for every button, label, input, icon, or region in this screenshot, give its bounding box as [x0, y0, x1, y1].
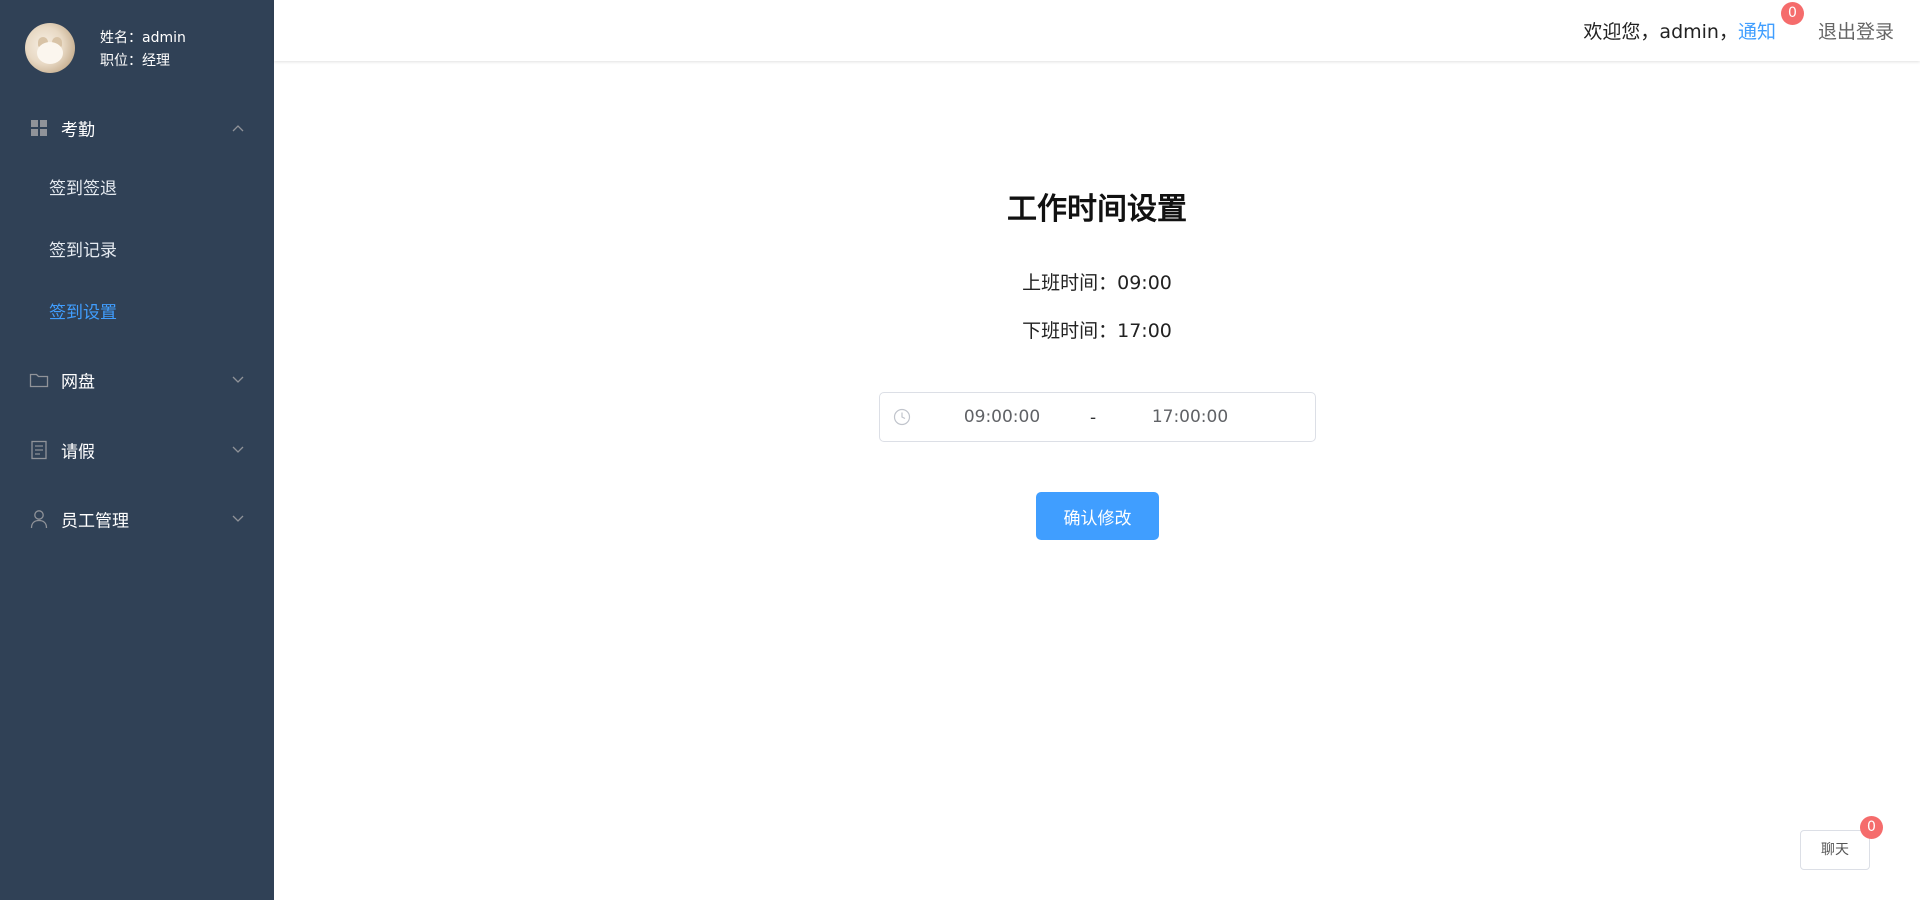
- profile-name: 姓名：admin: [100, 30, 186, 46]
- end-time-text: 下班时间：17:00: [1022, 320, 1172, 342]
- grid-icon: [29, 118, 49, 138]
- menu-group-netdisk[interactable]: 网盘: [0, 344, 274, 416]
- welcome-text: 欢迎您，admin，: [1583, 21, 1738, 43]
- menu-group-staff[interactable]: 员工管理: [0, 484, 274, 554]
- user-icon: [29, 509, 49, 529]
- chevron-up-icon: [232, 122, 244, 134]
- page-title: 工作时间设置: [1007, 192, 1187, 227]
- chat-badge: 0: [1860, 816, 1883, 839]
- chat-label: 聊天: [1821, 842, 1849, 858]
- logout-link[interactable]: 退出登录: [1818, 17, 1894, 44]
- submenu-item-checkin[interactable]: 签到签退: [0, 158, 274, 220]
- sidebar: 姓名：admin 职位：经理 考勤 签到签退 签到记录 签到设置 网盘 请假 员…: [0, 0, 274, 900]
- submenu-item-settings[interactable]: 签到设置: [0, 282, 274, 344]
- start-time-text: 上班时间：09:00: [1022, 272, 1172, 294]
- confirm-button[interactable]: 确认修改: [1036, 492, 1159, 540]
- clock-icon: [893, 408, 911, 426]
- folder-icon: [29, 370, 49, 390]
- header-actions: 欢迎您，admin， 通知 0 退出登录: [1583, 0, 1894, 61]
- end-time-input[interactable]: 17:00:00: [1110, 393, 1270, 441]
- notification: 通知 0: [1738, 2, 1804, 44]
- profile-info: 姓名：admin 职位：经理: [100, 27, 186, 73]
- menu-group-label: 考勤: [61, 120, 95, 141]
- notify-badge: 0: [1780, 2, 1804, 25]
- document-icon: [29, 440, 49, 460]
- chat-button[interactable]: 聊天 0: [1800, 816, 1883, 870]
- time-range-picker[interactable]: 09:00:00 - 17:00:00: [879, 392, 1316, 442]
- start-time-input[interactable]: 09:00:00: [922, 393, 1082, 441]
- chevron-down-icon: [232, 513, 244, 525]
- notify-link[interactable]: 通知: [1738, 21, 1776, 43]
- menu-group-attendance[interactable]: 考勤: [0, 98, 274, 158]
- avatar: [25, 23, 75, 73]
- user-profile: 姓名：admin 职位：经理: [0, 0, 274, 98]
- menu-group-label: 网盘: [61, 372, 95, 393]
- chevron-down-icon: [232, 374, 244, 386]
- chevron-down-icon: [232, 444, 244, 456]
- profile-position: 职位：经理: [100, 53, 170, 69]
- menu-group-label: 员工管理: [61, 511, 129, 532]
- menu-group-label: 请假: [61, 442, 95, 463]
- submenu-item-records[interactable]: 签到记录: [0, 220, 274, 282]
- main-content: 工作时间设置 上班时间：09:00 下班时间：17:00 09:00:00 - …: [274, 61, 1920, 900]
- top-header: 欢迎您，admin， 通知 0 退出登录: [274, 0, 1920, 61]
- range-separator: -: [1090, 408, 1097, 428]
- menu-group-leave[interactable]: 请假: [0, 416, 274, 484]
